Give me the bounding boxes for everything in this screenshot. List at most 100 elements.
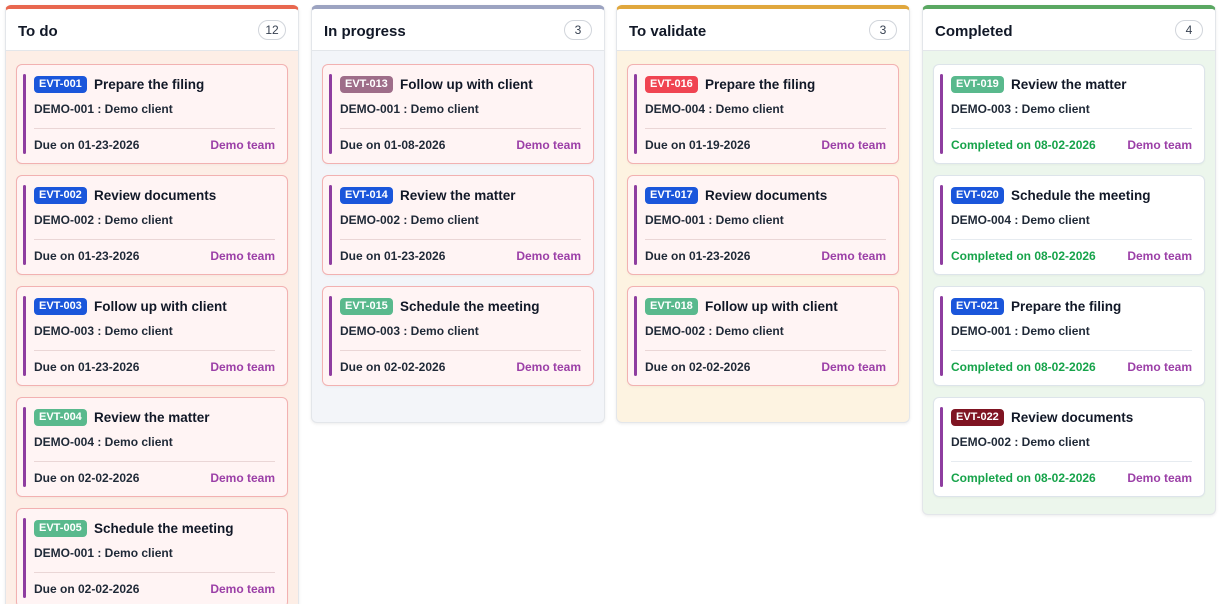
card-client: DEMO-002 : Demo client — [645, 324, 784, 338]
card-title: Review documents — [94, 188, 217, 203]
card-divider — [645, 239, 886, 240]
task-card[interactable]: EVT-003 Follow up with client DEMO-003 : D… — [16, 286, 288, 386]
due-date: Due on 01-23-2026 — [34, 249, 140, 263]
assigned-team: Demo team — [516, 249, 581, 263]
card-title: Prepare the filing — [705, 77, 816, 92]
task-card[interactable]: EVT-001 Prepare the filing DEMO-001 : Demo… — [16, 64, 288, 164]
card-client: DEMO-001 : Demo client — [34, 546, 173, 560]
due-date: Due on 01-23-2026 — [645, 249, 751, 263]
card-accent-bar — [329, 296, 332, 376]
card-client: DEMO-003 : Demo client — [951, 102, 1090, 116]
card-accent-bar — [634, 296, 637, 376]
card-accent-bar — [940, 74, 943, 154]
task-card[interactable]: EVT-014 Review the matter DEMO-002 : Demo … — [322, 175, 594, 275]
task-card[interactable]: EVT-022 Review documents DEMO-002 : Demo c… — [933, 397, 1205, 497]
completed-date: Completed on 08-02-2026 — [951, 249, 1096, 263]
card-client: DEMO-003 : Demo client — [34, 324, 173, 338]
event-id-badge: EVT-001 — [34, 76, 87, 93]
column-title: Completed — [935, 23, 1013, 40]
task-card[interactable]: EVT-013 Follow up with client DEMO-001 : D… — [322, 64, 594, 164]
task-card[interactable]: EVT-017 Review documents DEMO-001 : Demo c… — [627, 175, 899, 275]
task-card[interactable]: EVT-002 Review documents DEMO-002 : Demo c… — [16, 175, 288, 275]
kanban-board: To do 12 EVT-001 Prepare the filing DEMO-001… — [0, 0, 1220, 604]
column-count-badge: 3 — [564, 20, 592, 40]
assigned-team: Demo team — [210, 582, 275, 596]
card-title: Review documents — [1011, 410, 1134, 425]
column-count-badge: 12 — [258, 20, 286, 40]
event-id-badge: EVT-004 — [34, 409, 87, 426]
due-date: Due on 02-02-2026 — [340, 360, 446, 374]
task-card[interactable]: EVT-021 Prepare the filing DEMO-001 : Demo… — [933, 286, 1205, 386]
due-date: Due on 02-02-2026 — [645, 360, 751, 374]
column-title: To validate — [629, 23, 707, 40]
task-card[interactable]: EVT-016 Prepare the filing DEMO-004 : Demo… — [627, 64, 899, 164]
card-client: DEMO-002 : Demo client — [34, 213, 173, 227]
due-date: Due on 01-08-2026 — [340, 138, 446, 152]
card-divider — [340, 128, 581, 129]
card-accent-bar — [634, 185, 637, 265]
event-id-badge: EVT-022 — [951, 409, 1004, 426]
assigned-team: Demo team — [821, 360, 886, 374]
assigned-team: Demo team — [821, 138, 886, 152]
card-accent-bar — [23, 518, 26, 598]
card-divider — [951, 239, 1192, 240]
card-title: Schedule the meeting — [400, 299, 540, 314]
assigned-team: Demo team — [821, 249, 886, 263]
due-date: Due on 01-19-2026 — [645, 138, 751, 152]
card-divider — [340, 239, 581, 240]
task-card[interactable]: EVT-004 Review the matter DEMO-004 : Demo … — [16, 397, 288, 497]
assigned-team: Demo team — [1127, 249, 1192, 263]
card-accent-bar — [23, 296, 26, 376]
card-title: Review the matter — [400, 188, 516, 203]
card-title: Review documents — [705, 188, 828, 203]
card-title: Prepare the filing — [1011, 299, 1122, 314]
completed-date: Completed on 08-02-2026 — [951, 138, 1096, 152]
event-id-badge: EVT-017 — [645, 187, 698, 204]
event-id-badge: EVT-018 — [645, 298, 698, 315]
column-count-badge: 3 — [869, 20, 897, 40]
kanban-column: To do 12 EVT-001 Prepare the filing DEMO-001… — [5, 5, 299, 604]
card-client: DEMO-001 : Demo client — [340, 102, 479, 116]
column-header: In progress 3 — [312, 9, 604, 51]
card-divider — [645, 350, 886, 351]
card-divider — [340, 350, 581, 351]
task-card[interactable]: EVT-005 Schedule the meeting DEMO-001 : De… — [16, 508, 288, 604]
card-accent-bar — [940, 407, 943, 487]
column-title: To do — [18, 23, 58, 40]
card-client: DEMO-001 : Demo client — [34, 102, 173, 116]
card-client: DEMO-004 : Demo client — [645, 102, 784, 116]
task-card[interactable]: EVT-019 Review the matter DEMO-003 : Demo … — [933, 64, 1205, 164]
event-id-badge: EVT-014 — [340, 187, 393, 204]
completed-date: Completed on 08-02-2026 — [951, 360, 1096, 374]
event-id-badge: EVT-003 — [34, 298, 87, 315]
card-accent-bar — [23, 185, 26, 265]
event-id-badge: EVT-019 — [951, 76, 1004, 93]
column-header: To do 12 — [6, 9, 298, 51]
card-client: DEMO-001 : Demo client — [645, 213, 784, 227]
assigned-team: Demo team — [1127, 471, 1192, 485]
card-title: Schedule the meeting — [1011, 188, 1151, 203]
card-title: Review the matter — [94, 410, 210, 425]
due-date: Due on 02-02-2026 — [34, 582, 140, 596]
task-card[interactable]: EVT-020 Schedule the meeting DEMO-004 : De… — [933, 175, 1205, 275]
column-header: To validate 3 — [617, 9, 909, 51]
task-card[interactable]: EVT-015 Schedule the meeting DEMO-003 : De… — [322, 286, 594, 386]
event-id-badge: EVT-002 — [34, 187, 87, 204]
task-card[interactable]: EVT-018 Follow up with client DEMO-002 : D… — [627, 286, 899, 386]
card-client: DEMO-004 : Demo client — [34, 435, 173, 449]
kanban-column: In progress 3 EVT-013 Follow up with client… — [311, 5, 605, 423]
card-divider — [34, 350, 275, 351]
card-divider — [951, 128, 1192, 129]
card-title: Prepare the filing — [94, 77, 205, 92]
card-title: Follow up with client — [94, 299, 227, 314]
column-header: Completed 4 — [923, 9, 1215, 51]
card-title: Schedule the meeting — [94, 521, 234, 536]
due-date: Due on 01-23-2026 — [34, 138, 140, 152]
card-divider — [951, 350, 1192, 351]
assigned-team: Demo team — [1127, 138, 1192, 152]
event-id-badge: EVT-021 — [951, 298, 1004, 315]
completed-date: Completed on 08-02-2026 — [951, 471, 1096, 485]
assigned-team: Demo team — [1127, 360, 1192, 374]
event-id-badge: EVT-013 — [340, 76, 393, 93]
event-id-badge: EVT-020 — [951, 187, 1004, 204]
